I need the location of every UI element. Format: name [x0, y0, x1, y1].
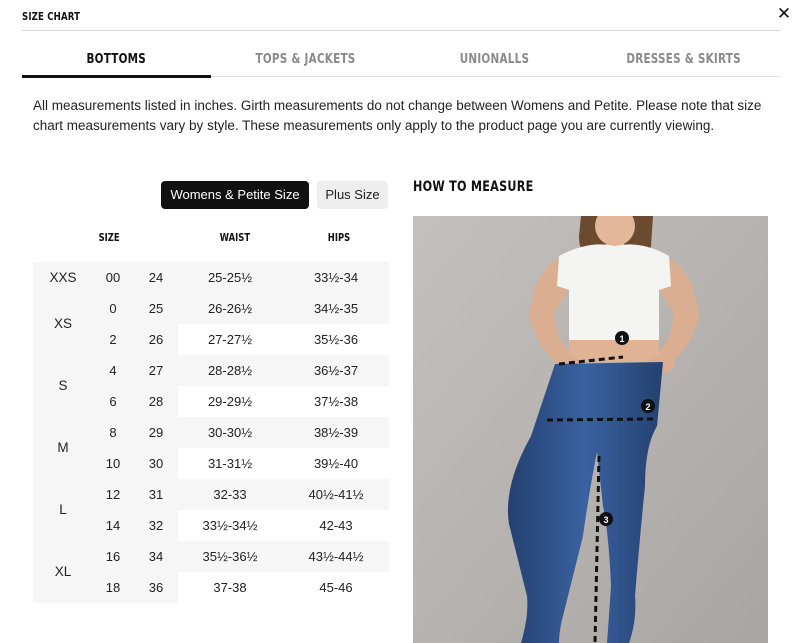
table-cell-hips: 36½-37 — [313, 363, 359, 378]
tab-unionalls[interactable]: UNIONALLS — [400, 52, 589, 76]
table-cell-waist: 27-27½ — [207, 332, 253, 347]
table-cell-size: 12 — [105, 487, 121, 502]
table-cell-waist: 33½-34½ — [202, 518, 258, 533]
table-cell-size: 8 — [109, 425, 117, 440]
size-header: SIZE — [98, 232, 120, 244]
table-cell-num: 34 — [148, 549, 164, 564]
table-cell-size: 14 — [105, 518, 121, 533]
hips-header: HIPS — [327, 232, 351, 244]
close-icon[interactable]: ✕ — [775, 4, 793, 24]
plus-size-toggle[interactable]: Plus Size — [317, 181, 388, 209]
table-cell-hips: 39½-40 — [313, 456, 359, 471]
size-group-label: XS — [53, 316, 72, 331]
size-group-label: XXS — [49, 269, 77, 285]
size-group-label: M — [57, 440, 69, 455]
table-cell-hips: 33½-34 — [313, 270, 359, 285]
table-cell-size: 6 — [109, 394, 117, 409]
tab-tops-jackets[interactable]: TOPS & JACKETS — [211, 52, 400, 76]
table-cell-num: 27 — [148, 363, 164, 378]
table-cell-waist: 29-29½ — [207, 394, 253, 409]
table-cell-num: 31 — [148, 487, 164, 502]
table-cell-hips: 34½-35 — [313, 301, 359, 316]
waist-header: WAIST — [219, 232, 251, 244]
table-cell-num: 36 — [148, 580, 164, 595]
table-cell-size: 10 — [105, 456, 121, 471]
intro-text: All measurements listed in inches. Girth… — [33, 98, 762, 133]
table-cell-hips: 40½-41½ — [308, 487, 364, 502]
marker-3: 3 — [603, 515, 608, 525]
table-cell-num: 26 — [148, 332, 164, 347]
tab-bottoms[interactable]: BOTTOMS — [22, 52, 211, 78]
table-cell-waist: 32-33 — [213, 487, 247, 502]
table-cell-hips: 43½-44½ — [308, 549, 364, 564]
table-cell-size: 2 — [109, 332, 117, 347]
measurement-photo: 1 2 3 — [413, 216, 768, 643]
table-cell-num: 25 — [148, 301, 164, 316]
table-cell-num: 28 — [148, 394, 164, 409]
size-group-label: L — [59, 502, 67, 517]
table-cell-hips: 45-46 — [319, 580, 353, 595]
table-cell-hips: 42-43 — [319, 518, 353, 533]
table-cell-size: 0 — [109, 301, 117, 316]
table-cell-size: 16 — [105, 549, 121, 564]
marker-2: 2 — [645, 402, 650, 412]
table-cell-size: 4 — [109, 363, 117, 378]
table-cell-num: 30 — [148, 456, 164, 471]
table-cell-waist: 26-26½ — [207, 301, 253, 316]
category-tabs: BOTTOMS TOPS & JACKETS UNIONALLS DRESSES… — [22, 52, 780, 78]
table-cell-waist: 35½-36½ — [202, 549, 258, 564]
tab-dresses-skirts[interactable]: DRESSES & SKIRTS — [589, 52, 778, 76]
header-divider — [22, 30, 780, 31]
table-cell-size: 00 — [105, 270, 121, 285]
table-cell-num: 32 — [148, 518, 164, 533]
table-cell-waist: 31-31½ — [207, 456, 253, 471]
table-cell-num: 24 — [148, 270, 164, 285]
table-cell-num: 29 — [148, 425, 164, 440]
table-cell-hips: 37½-38 — [313, 394, 359, 409]
how-to-measure-title: HOW TO MEASURE — [413, 179, 534, 195]
size-chart-title: SIZE CHART — [22, 10, 81, 23]
table-cell-waist: 37-38 — [213, 580, 247, 595]
table-cell-waist: 28-28½ — [207, 363, 253, 378]
marker-1: 1 — [619, 334, 624, 344]
table-cell-waist: 30-30½ — [207, 425, 253, 440]
size-group-label: S — [58, 378, 68, 393]
table-cell-hips: 35½-36 — [313, 332, 359, 347]
table-cell-size: 18 — [105, 580, 121, 595]
size-group-label: XL — [54, 564, 72, 579]
table-cell-hips: 38½-39 — [313, 425, 359, 440]
womens-petite-toggle[interactable]: Womens & Petite Size — [161, 181, 309, 209]
table-cell-waist: 25-25½ — [207, 270, 253, 285]
